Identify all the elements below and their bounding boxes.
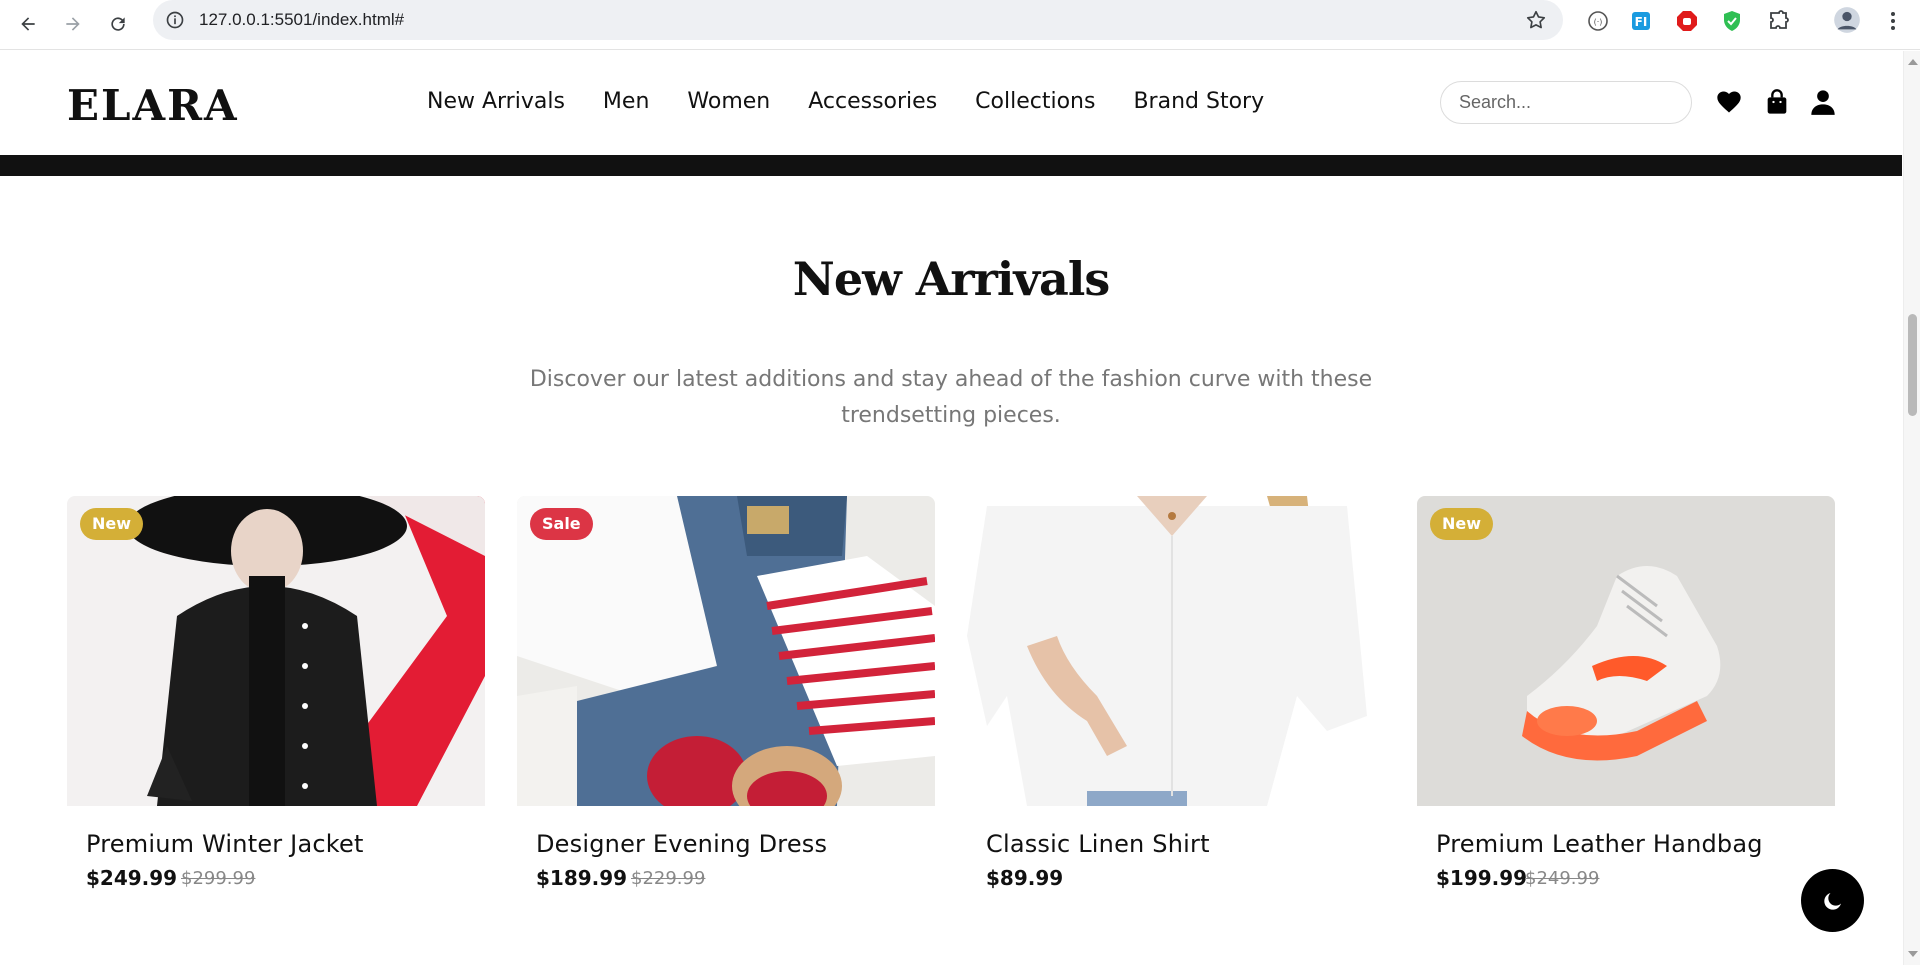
product-card[interactable]: Classic Linen Shirt $89.99 — [967, 496, 1385, 920]
star-icon[interactable] — [1525, 9, 1547, 31]
product-old-price: $249.99 — [1525, 868, 1600, 889]
product-image[interactable] — [67, 496, 485, 806]
extension-icon-2[interactable]: FI — [1628, 8, 1654, 34]
product-price: $249.99 — [86, 866, 178, 890]
svg-text:(·): (·) — [1594, 18, 1603, 27]
moon-icon — [1823, 892, 1841, 910]
nav-men[interactable]: Men — [603, 89, 649, 114]
product-card[interactable]: New Premium Leather Handbag $199.99 $249… — [1417, 496, 1835, 920]
heart-icon[interactable] — [1714, 87, 1744, 117]
browser-toolbar: 127.0.0.1:5501/index.html# (·) FI — [0, 0, 1920, 50]
section-title: New Arrivals — [792, 252, 1110, 306]
scroll-up-arrow[interactable] — [1908, 59, 1918, 65]
product-name[interactable]: Premium Leather Handbag — [1436, 830, 1763, 858]
product-card[interactable]: Sale Designer Evening Dress $189.99 $229… — [517, 496, 935, 920]
main-nav: New Arrivals Men Women Accessories Colle… — [427, 89, 1302, 114]
menu-dots-icon[interactable] — [1880, 8, 1906, 34]
scroll-down-arrow[interactable] — [1908, 951, 1918, 957]
product-name[interactable]: Designer Evening Dress — [536, 830, 827, 858]
profile-avatar[interactable] — [1832, 5, 1862, 35]
reload-icon[interactable] — [100, 6, 136, 42]
forward-arrow-icon[interactable] — [55, 6, 91, 42]
product-image[interactable] — [1417, 496, 1835, 806]
nav-women[interactable]: Women — [687, 89, 770, 114]
product-name[interactable]: Classic Linen Shirt — [986, 830, 1210, 858]
search-input[interactable] — [1440, 81, 1692, 124]
nav-accessories[interactable]: Accessories — [808, 89, 937, 114]
brand-logo[interactable]: ELARA — [67, 81, 239, 130]
new-badge: New — [80, 508, 144, 540]
product-card[interactable]: New Premium Winter Jacket $249.99 $299.9… — [67, 496, 485, 920]
nav-collections[interactable]: Collections — [975, 89, 1095, 114]
product-old-price: $299.99 — [181, 868, 256, 889]
bag-icon[interactable] — [1762, 87, 1792, 117]
scroll-thumb[interactable] — [1908, 314, 1917, 416]
product-old-price: $229.99 — [631, 868, 706, 889]
info-icon[interactable] — [165, 10, 185, 30]
product-image[interactable] — [967, 496, 1385, 806]
product-image[interactable] — [517, 496, 935, 806]
product-price: $89.99 — [986, 866, 1064, 890]
user-icon[interactable] — [1808, 87, 1838, 117]
theme-toggle-button[interactable] — [1801, 869, 1864, 932]
svg-text:FI: FI — [1635, 15, 1648, 29]
nav-brand-story[interactable]: Brand Story — [1133, 89, 1264, 114]
section-subtitle: Discover our latest additions and stay a… — [529, 367, 1373, 428]
site-header: ELARA New Arrivals Men Women Accessories… — [0, 51, 1902, 155]
extension-icon-3[interactable] — [1674, 8, 1700, 34]
back-arrow-icon[interactable] — [10, 6, 46, 42]
new-badge: New — [1430, 508, 1494, 540]
sale-badge: Sale — [530, 508, 593, 540]
product-price: $189.99 — [536, 866, 628, 890]
page-scrollbar[interactable] — [1903, 51, 1920, 965]
url-text: 127.0.0.1:5501/index.html# — [199, 10, 405, 29]
nav-new-arrivals[interactable]: New Arrivals — [427, 89, 565, 114]
extension-icon-4[interactable] — [1719, 8, 1745, 34]
address-bar[interactable]: 127.0.0.1:5501/index.html# — [153, 0, 1563, 40]
product-name[interactable]: Premium Winter Jacket — [86, 830, 364, 858]
extension-icon-1[interactable]: (·) — [1585, 8, 1611, 34]
puzzle-icon[interactable] — [1766, 8, 1792, 34]
header-divider-bar — [0, 155, 1902, 176]
product-price: $199.99 — [1436, 866, 1528, 890]
